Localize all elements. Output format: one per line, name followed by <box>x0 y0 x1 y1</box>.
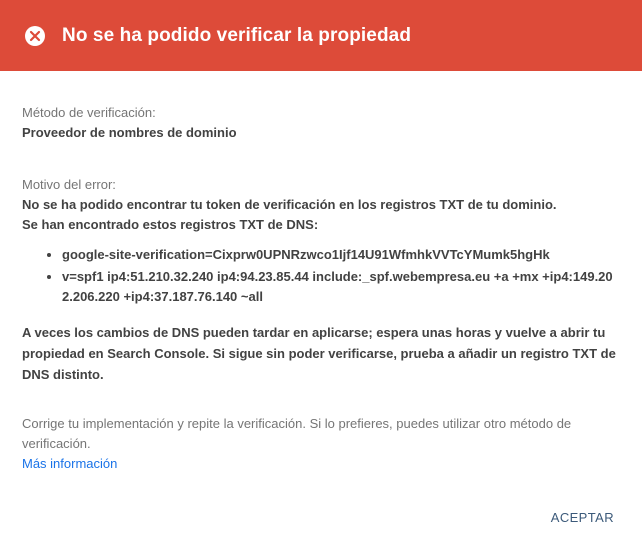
dialog-header: No se ha podido verificar la propiedad <box>0 0 642 71</box>
error-message: No se ha podido encontrar tu token de ve… <box>22 197 557 212</box>
accept-button[interactable]: ACEPTAR <box>543 504 622 531</box>
method-value: Proveedor de nombres de dominio <box>22 125 237 140</box>
more-info-link[interactable]: Más información <box>22 454 117 474</box>
txt-record-item: google-site-verification=Cixprw0UPNRzwco… <box>62 245 622 265</box>
retry-note: Corrige tu implementación y repite la ve… <box>22 416 572 451</box>
method-label: Método de verificación: <box>22 105 156 120</box>
verification-method-section: Método de verificación: Proveedor de nom… <box>22 103 237 143</box>
verification-failed-dialog: No se ha podido verificar la propiedad M… <box>0 0 642 550</box>
dialog-title: No se ha podido verificar la propiedad <box>62 24 412 46</box>
dns-propagation-note: A veces los cambios de DNS pueden tardar… <box>22 325 616 382</box>
txt-record-item: v=spf1 ip4:51.210.32.240 ip4:94.23.85.44… <box>62 267 622 307</box>
error-reason-section: Motivo del error: No se ha podido encont… <box>22 175 622 309</box>
error-label: Motivo del error: <box>22 177 116 192</box>
txt-records-list: google-site-verification=Cixprw0UPNRzwco… <box>22 245 622 307</box>
found-records-heading: Se han encontrado estos registros TXT de… <box>22 217 319 232</box>
close-circle-icon <box>25 25 45 46</box>
footer-section: Corrige tu implementación y repite la ve… <box>22 414 622 474</box>
